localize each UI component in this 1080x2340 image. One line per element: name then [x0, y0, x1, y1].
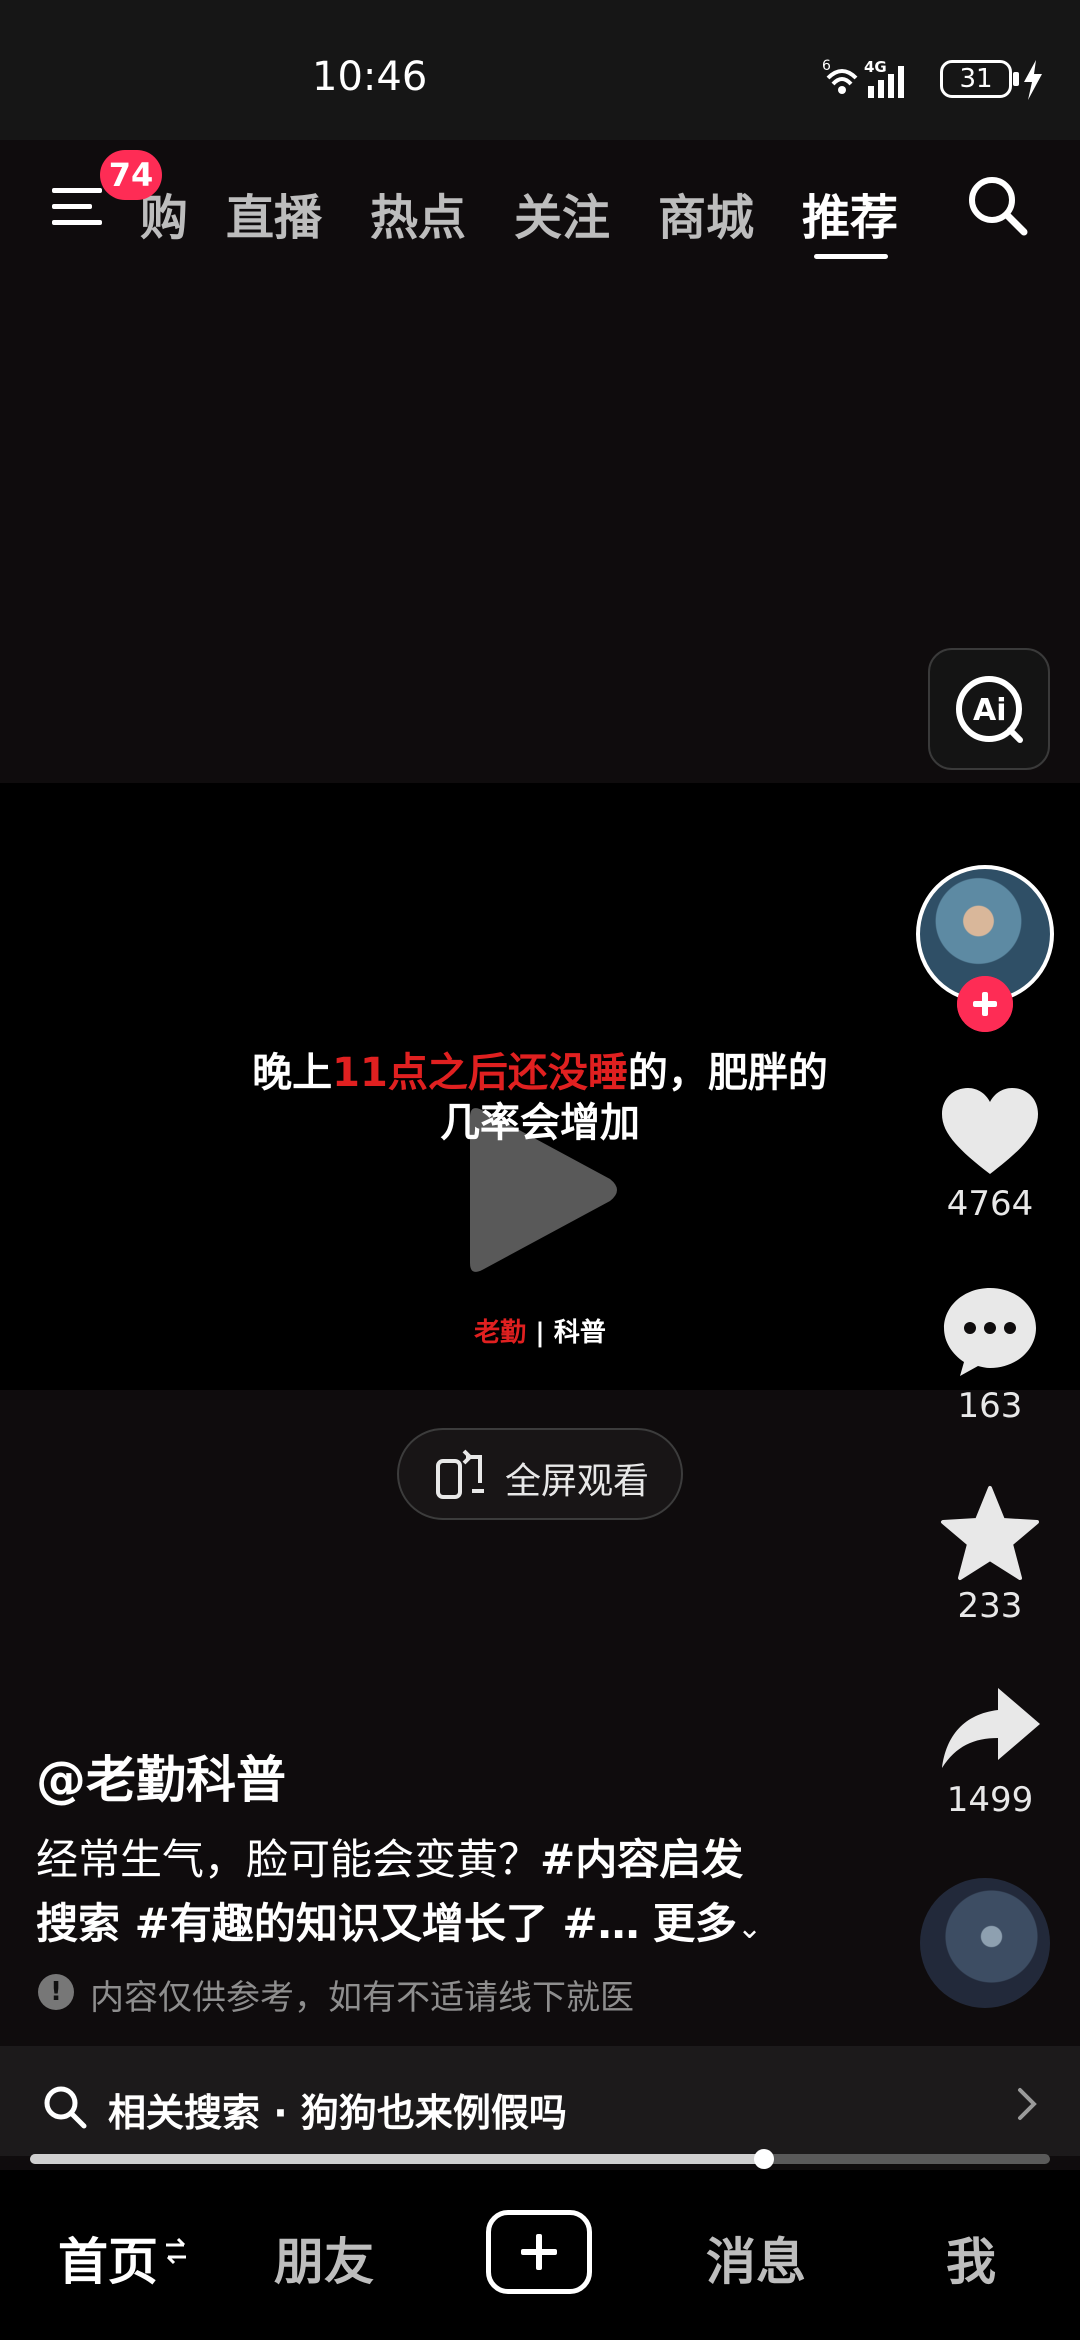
status-time: 10:46 — [312, 54, 428, 100]
svg-text:6: 6 — [822, 58, 831, 74]
music-disc[interactable] — [920, 1878, 1050, 2008]
share-icon[interactable] — [936, 1680, 1044, 1780]
ai-button[interactable]: Ai — [928, 648, 1050, 770]
tab-mall[interactable]: 商城 — [658, 178, 754, 248]
tab-hot[interactable]: 热点 — [370, 178, 466, 248]
more-link[interactable]: 更多 — [653, 1899, 737, 1948]
search-icon — [44, 2086, 87, 2129]
fullscreen-label: 全屏观看 — [505, 1461, 650, 1502]
swap-icon[interactable] — [162, 2236, 190, 2266]
progress-fill — [30, 2154, 765, 2164]
author-name[interactable]: @老勤科普 — [36, 1740, 286, 1812]
health-disclaimer: 内容仅供参考，如有不适请线下就医 — [90, 1978, 634, 2018]
like-count: 4764 — [946, 1184, 1034, 1224]
tab-live[interactable]: 直播 — [226, 178, 322, 248]
chevron-down-icon: ⌄ — [737, 1911, 763, 1946]
tab-following[interactable]: 关注 — [514, 178, 610, 248]
video-watermark: 老勤 | 科普 — [474, 1318, 606, 1348]
nav-friends[interactable]: 朋友 — [274, 2222, 374, 2294]
battery-cap — [1013, 72, 1019, 86]
create-button[interactable] — [486, 2210, 592, 2294]
battery-indicator: 31 — [940, 60, 1012, 98]
notification-badge: 74 — [100, 150, 162, 200]
comment-icon[interactable] — [936, 1280, 1044, 1380]
plus-icon — [521, 2234, 557, 2270]
star-icon[interactable] — [936, 1484, 1044, 1584]
chevron-right-icon — [1018, 2088, 1037, 2120]
phone-rotate-icon — [436, 1449, 484, 1499]
svg-text:Ai: Ai — [973, 693, 1007, 728]
video-subtitle-line2: 几率会增加 — [440, 1100, 640, 1146]
heart-icon[interactable] — [936, 1082, 1044, 1182]
signal-icon: 6 4G — [822, 58, 904, 98]
comment-count: 163 — [957, 1386, 1023, 1426]
charging-icon — [1024, 60, 1042, 100]
nav-messages[interactable]: 消息 — [706, 2222, 806, 2294]
caption-line1: 经常生气，脸可能会变黄？#内容启发 — [36, 1835, 744, 1884]
nav-me[interactable]: 我 — [946, 2222, 996, 2294]
follow-plus-icon[interactable] — [957, 976, 1013, 1032]
ai-icon: Ai — [956, 676, 1023, 743]
related-search-text[interactable]: 相关搜索 · 狗狗也来例假吗 — [108, 2082, 567, 2137]
caption-line2[interactable]: 搜索 #有趣的知识又增长了 #… 更多⌄ — [36, 1890, 762, 1951]
favorite-count: 233 — [957, 1586, 1023, 1626]
svg-text:4G: 4G — [864, 58, 887, 76]
share-count: 1499 — [946, 1780, 1034, 1820]
search-icon[interactable] — [962, 170, 1032, 240]
active-tab-indicator — [814, 254, 888, 259]
nav-home[interactable]: 首页 — [58, 2222, 158, 2294]
tab-recommend[interactable]: 推荐 — [802, 178, 898, 248]
warning-icon: ! — [38, 1974, 74, 2010]
